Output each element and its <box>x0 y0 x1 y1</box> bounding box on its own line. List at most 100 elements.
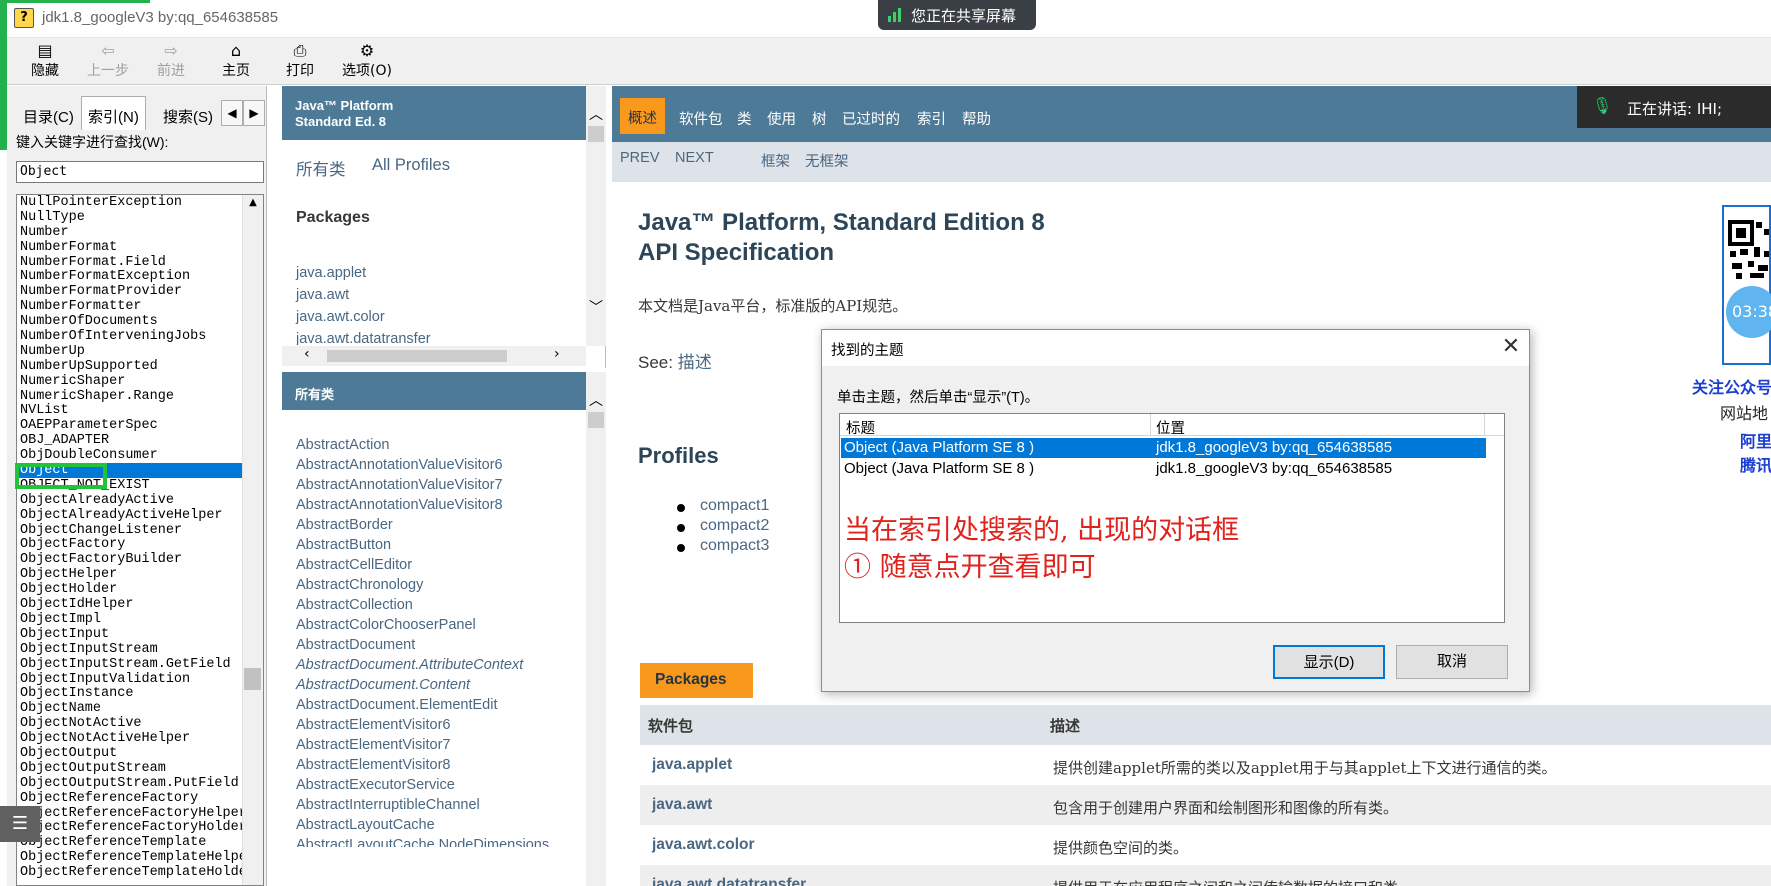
scroll-down-icon[interactable]: ﹀ <box>586 297 606 317</box>
index-keyword-item[interactable]: ObjectReferenceFactory <box>17 791 263 806</box>
options-button[interactable]: ⚙ 选项(O) <box>337 40 397 82</box>
class-link[interactable]: AbstractCellEditor <box>296 557 412 573</box>
scroll-thumb[interactable] <box>588 412 604 428</box>
index-keyword-item[interactable]: ObjectInput <box>17 627 263 642</box>
index-keyword-item[interactable]: ObjectName <box>17 701 263 716</box>
class-link[interactable]: AbstractExecutorService <box>296 777 455 793</box>
overview-frame-scrollbar[interactable]: ︿ ﹀ <box>586 86 606 346</box>
profile-link[interactable]: compact1 <box>700 497 769 515</box>
hide-button[interactable]: ▤ 隐藏 <box>17 40 73 82</box>
class-link[interactable]: AbstractInterruptibleChannel <box>296 797 480 813</box>
index-keyword-item[interactable]: NumberFormatter <box>17 299 263 314</box>
class-link[interactable]: AbstractChronology <box>296 577 423 593</box>
index-keyword-item[interactable]: NumberFormat.Field <box>17 255 263 270</box>
nav-use[interactable]: 使用 <box>767 108 796 129</box>
show-button[interactable]: 显示(D) <box>1273 645 1385 679</box>
home-button[interactable]: ⌂ 主页 <box>208 40 264 82</box>
class-link[interactable]: AbstractElementVisitor8 <box>296 757 450 773</box>
package-name-link[interactable]: java.applet <box>652 756 732 774</box>
index-keyword-item[interactable]: ObjectImpl <box>17 612 263 627</box>
description-link[interactable]: 描述 <box>678 353 712 372</box>
keyword-list-scroll-thumb[interactable] <box>244 668 261 690</box>
next-link[interactable]: NEXT <box>675 150 714 166</box>
index-keyword-item[interactable]: ObjectHelper <box>17 567 263 582</box>
scroll-up-icon[interactable]: ︿ <box>586 104 606 124</box>
all-profiles-link[interactable]: All Profiles <box>372 156 450 175</box>
profile-link[interactable]: compact3 <box>700 537 769 555</box>
nav-tree[interactable]: 树 <box>812 108 827 129</box>
nav-class[interactable]: 类 <box>737 108 752 129</box>
class-link[interactable]: AbstractAction <box>296 437 390 453</box>
index-keyword-item[interactable]: Number <box>17 225 263 240</box>
tab-search[interactable]: 搜索(S) <box>157 100 219 130</box>
index-keyword-item[interactable]: ObjectReferenceTemplateHolder <box>17 865 263 880</box>
profile-link[interactable]: compact2 <box>700 517 769 535</box>
package-name-link[interactable]: java.awt.datatransfer <box>652 876 806 886</box>
class-link[interactable]: AbstractLayoutCache.NodeDimensions <box>296 837 549 847</box>
index-keyword-item[interactable]: OBJ_ADAPTER <box>17 433 263 448</box>
frames-link[interactable]: 框架 <box>761 150 790 171</box>
floating-menu-icon[interactable]: ☰ <box>0 806 40 842</box>
class-link[interactable]: AbstractElementVisitor7 <box>296 737 450 753</box>
index-keyword-item[interactable]: NullType <box>17 210 263 225</box>
topic-row[interactable]: Object (Java Platform SE 8 ) jdk1.8_goog… <box>841 459 1486 479</box>
class-link[interactable]: AbstractColorChooserPanel <box>296 617 476 633</box>
index-keyword-item[interactable]: ObjectReferenceFactoryHolder <box>17 820 263 835</box>
index-keyword-item[interactable]: NumberFormat <box>17 240 263 255</box>
back-button[interactable]: ⇦ 上一步 <box>80 40 136 82</box>
topic-row[interactable]: Object (Java Platform SE 8 ) jdk1.8_goog… <box>841 438 1486 458</box>
class-link[interactable]: AbstractDocument.ElementEdit <box>296 697 497 713</box>
overview-frame-hscrollbar[interactable]: ‹ › <box>282 346 586 366</box>
scroll-left-icon[interactable]: ‹ <box>304 346 310 362</box>
class-link[interactable]: AbstractLayoutCache <box>296 817 435 833</box>
class-link[interactable]: AbstractDocument.Content <box>296 677 470 693</box>
index-keyword-item[interactable]: ObjectInputStream.GetField <box>17 657 263 672</box>
column-header-location[interactable]: 位置 <box>1156 417 1185 438</box>
print-button[interactable]: ⎙ 打印 <box>272 40 328 82</box>
index-keyword-item[interactable]: ObjectOutputStream.PutField <box>17 776 263 791</box>
nav-overview[interactable]: 概述 <box>620 98 665 134</box>
screen-share-banner[interactable]: 您正在共享屏幕 <box>878 0 1036 30</box>
index-keyword-item[interactable]: ObjectOutputStream <box>17 761 263 776</box>
package-link[interactable]: java.applet <box>296 265 366 281</box>
no-frames-link[interactable]: 无框架 <box>805 150 849 171</box>
index-keyword-list[interactable]: NullPointerException NullType Number Number… <box>16 194 264 886</box>
index-keyword-item[interactable]: NVList <box>17 403 263 419</box>
class-link[interactable]: AbstractBorder <box>296 517 393 533</box>
index-keyword-item[interactable]: ObjectReferenceFactoryHelper <box>17 806 263 821</box>
class-link[interactable]: AbstractAnnotationValueVisitor8 <box>296 497 503 513</box>
index-keyword-item[interactable]: NumberFormatException <box>17 269 263 285</box>
scroll-thumb[interactable] <box>588 126 604 142</box>
class-link[interactable]: AbstractDocument.AttributeContext <box>296 657 523 673</box>
index-keyword-item[interactable]: ObjectHolder <box>17 582 263 597</box>
index-keyword-item[interactable]: ObjectReferenceTemplateHelper <box>17 850 263 865</box>
index-keyword-item[interactable]: ObjectInputStream <box>17 642 263 657</box>
index-keyword-item[interactable]: NumericShaper <box>17 374 263 389</box>
forward-button[interactable]: ⇨ 前进 <box>143 40 199 82</box>
index-keyword-item[interactable]: NumberOfInterveningJobs <box>17 329 263 344</box>
hscroll-thumb[interactable] <box>327 350 507 362</box>
index-keyword-item[interactable]: ObjectNotActive <box>17 716 263 731</box>
scroll-up-icon[interactable]: ▲ <box>243 197 263 208</box>
index-keyword-item[interactable]: OAEPParameterSpec <box>17 418 263 433</box>
nav-package[interactable]: 软件包 <box>679 108 723 129</box>
package-link[interactable]: java.awt.color <box>296 309 385 325</box>
index-keyword-item[interactable]: ObjDoubleConsumer <box>17 448 263 463</box>
column-header-title[interactable]: 标题 <box>846 417 875 438</box>
index-keyword-item[interactable]: ObjectFactory <box>17 537 263 553</box>
cancel-button[interactable]: 取消 <box>1396 645 1508 679</box>
index-keyword-item[interactable]: ObjectReferenceTemplate <box>17 835 263 850</box>
index-keyword-item[interactable]: ObjectAlreadyActive <box>17 493 263 508</box>
tab-contents[interactable]: 目录(C) <box>17 100 80 130</box>
class-link[interactable]: AbstractAnnotationValueVisitor7 <box>296 477 503 493</box>
class-link[interactable]: AbstractElementVisitor6 <box>296 717 450 733</box>
class-link[interactable]: AbstractCollection <box>296 597 413 613</box>
index-keyword-item[interactable]: ObjectFactoryBuilder <box>17 552 263 567</box>
prev-link[interactable]: PREV <box>620 150 660 166</box>
index-keyword-item[interactable]: ObjectOutput <box>17 746 263 761</box>
tab-scroll-right-icon[interactable]: ▶ <box>243 100 265 126</box>
index-keyword-item[interactable]: ObjectChangeListener <box>17 523 263 538</box>
index-keyword-item[interactable]: NullPointerException <box>17 195 263 210</box>
index-keyword-item[interactable]: ObjectAlreadyActiveHelper <box>17 508 263 523</box>
close-icon[interactable]: ✕ <box>1497 333 1525 361</box>
